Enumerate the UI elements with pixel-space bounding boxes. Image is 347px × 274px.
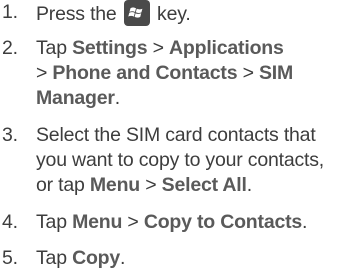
windows-logo-key-icon [123, 0, 150, 26]
step-period: . [302, 211, 308, 233]
step-period: . [114, 87, 121, 109]
step-text-fragment: Tap [36, 37, 67, 59]
step-text-fragment: Tap [36, 211, 67, 233]
step-number: 2. [2, 37, 18, 59]
step-line: Tap Settings > Applications [36, 36, 347, 61]
step-text: Press the key. [36, 0, 347, 27]
step-text: Tap Settings > Applications > Phone and … [36, 36, 347, 111]
step-line: or tap Menu > Select All. [36, 173, 347, 198]
step-period: . [120, 247, 126, 269]
step-line: > Phone and Contacts > SIM [36, 61, 347, 86]
menu-separator: > [36, 62, 48, 84]
step-number: 1. [2, 1, 18, 23]
step-line: Manager. [36, 86, 347, 111]
step-text-fragment: Press the [36, 3, 117, 25]
instruction-page: 1. Press the key. 2. Tap Settings > Appl… [0, 0, 347, 274]
step-text-fragment: Tap [36, 247, 67, 269]
step-line: Press the key. [36, 0, 347, 27]
ui-term-phone-and-contacts: Phone and Contacts [52, 62, 238, 84]
step-text: Tap Copy. [36, 246, 347, 271]
menu-separator: > [145, 174, 157, 196]
step-period: . [246, 174, 252, 196]
ui-term-menu: Menu [72, 211, 123, 233]
step-text-fragment: key. [157, 3, 191, 25]
step-line: Tap Copy. [36, 246, 347, 271]
step-number: 3. [2, 124, 18, 146]
ui-term-copy-to-contacts: Copy to Contacts [143, 211, 303, 233]
step-text: Tap Menu > Copy to Contacts. [36, 210, 347, 235]
menu-separator: > [127, 211, 139, 233]
ui-term-select-all: Select All [161, 174, 247, 196]
menu-separator: > [152, 37, 164, 59]
ui-term-manager: Manager [36, 87, 115, 109]
step-number: 4. [2, 211, 18, 233]
ui-term-menu: Menu [89, 174, 141, 196]
step-line: you want to copy to your contacts, [36, 149, 325, 171]
step-text: Select the SIM card contacts that you wa… [36, 123, 347, 198]
ui-term-settings: Settings [72, 37, 148, 59]
step-line: Tap Menu > Copy to Contacts. [36, 210, 347, 235]
step-number: 5. [2, 247, 18, 269]
ui-term-applications: Applications [169, 37, 284, 59]
ui-term-sim: SIM [258, 62, 294, 84]
ui-term-copy: Copy [72, 247, 121, 269]
menu-separator: > [242, 62, 254, 84]
step-line: Select the SIM card contacts that [36, 124, 316, 146]
step-text-fragment: or tap [36, 174, 85, 196]
